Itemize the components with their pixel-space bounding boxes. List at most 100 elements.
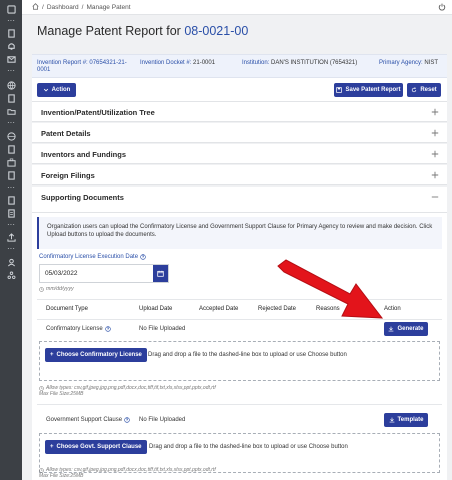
plus-icon[interactable] <box>431 108 439 116</box>
institution-value: DAN'S INSTITUTION (7654321) <box>271 60 358 66</box>
save-icon <box>336 87 343 93</box>
section-foreign-filings[interactable]: Foreign Filings <box>32 165 447 185</box>
column-header-rejected-date: Rejected Date <box>258 306 297 312</box>
users-icon[interactable] <box>5 270 17 280</box>
folder-icon[interactable] <box>5 106 17 116</box>
exec-date-label: Confirmatory License Execution Date <box>39 254 146 260</box>
reset-label: Reset <box>420 87 437 93</box>
page-title: Manage Patent Report for 08-0021-00 <box>37 24 248 38</box>
save-label: Save Patent Report <box>345 87 401 93</box>
rail-more-dots: ··· <box>7 66 15 75</box>
column-header-reasons: Reasons <box>316 306 340 312</box>
upload-icon[interactable] <box>5 232 17 242</box>
minus-icon[interactable] <box>431 193 439 201</box>
file-icon[interactable] <box>5 144 17 154</box>
allowed-types-note: Allow types: csv,gif,jpeg,jpg,png,pdf,do… <box>39 467 216 479</box>
bell-icon[interactable] <box>5 41 17 51</box>
table-divider <box>37 319 442 320</box>
help-icon[interactable] <box>124 417 130 423</box>
clock-icon <box>39 286 44 292</box>
globe-icon[interactable] <box>5 80 17 90</box>
building-icon[interactable] <box>5 93 17 103</box>
globe-icon[interactable] <box>5 131 17 141</box>
institution-label: Institution: <box>242 60 270 66</box>
info-note: Organization users can upload the Confir… <box>37 217 442 249</box>
rail-more-dots: ··· <box>7 16 15 25</box>
supporting-documents-panel: Organization users can upload the Confir… <box>32 213 447 480</box>
breadcrumb-item-current: Manage Patent <box>86 4 131 11</box>
exec-date-input[interactable] <box>40 265 153 282</box>
breadcrumb-sep: / <box>42 4 44 11</box>
file-text-icon[interactable] <box>5 208 17 218</box>
action-bar: Action Save Patent Report Reset <box>32 78 447 102</box>
download-icon <box>389 326 394 332</box>
docket-label: Invention Docket #: <box>140 60 192 66</box>
plus-icon[interactable] <box>431 150 439 158</box>
record-id: 08-0021-00 <box>184 24 249 38</box>
clock-icon <box>39 385 44 391</box>
allowed-types-note: Allow types: csv,gif,jpeg,jpg,png,pdf,do… <box>39 385 216 397</box>
calendar-button[interactable] <box>153 265 168 282</box>
chevron-down-icon <box>43 88 48 92</box>
section-title: Foreign Filings <box>41 171 95 180</box>
reset-button[interactable]: Reset <box>407 83 441 97</box>
invention-report-label: Invention Report #: <box>37 60 88 66</box>
section-supporting-documents[interactable]: Supporting Documents <box>32 187 447 213</box>
column-header-upload-date: Upload Date <box>139 306 173 312</box>
docket-value: 21-0001 <box>193 60 216 66</box>
home-icon[interactable] <box>32 3 39 12</box>
info-bar: Invention Report #: 07654321-21-0001 Inv… <box>32 54 447 78</box>
plus-icon[interactable] <box>431 129 439 137</box>
agency-label: Primary Agency: <box>379 60 423 66</box>
section-title: Patent Details <box>41 129 91 138</box>
table-row-doc-type: Confirmatory License <box>46 326 111 332</box>
dropzone-text: Drag and drop a file to the dashed-line … <box>148 352 347 358</box>
briefcase-icon[interactable] <box>5 157 17 167</box>
help-icon[interactable] <box>140 254 146 260</box>
mail-icon[interactable] <box>5 54 17 64</box>
docs-icon[interactable] <box>5 28 17 38</box>
confirmatory-license-dropzone[interactable]: + Choose Confirmatory License Drag and d… <box>39 341 440 381</box>
template-button[interactable]: Template <box>384 413 428 427</box>
plus-icon: + <box>50 444 54 450</box>
section-title: Invention/Patent/Utilization Tree <box>41 108 155 117</box>
plus-icon: + <box>50 352 54 358</box>
section-title: Supporting Documents <box>41 193 124 202</box>
upload-date-cell: No File Uploaded <box>139 417 186 423</box>
save-patent-report-button[interactable]: Save Patent Report <box>334 83 403 97</box>
section-patent-details[interactable]: Patent Details <box>32 123 447 143</box>
download-icon <box>389 417 394 423</box>
agency-field: Primary Agency: NIST <box>379 60 438 66</box>
exec-date-label-text: Confirmatory License Execution Date <box>39 254 139 260</box>
action-dropdown-button[interactable]: Action <box>37 83 76 97</box>
left-nav-rail: ··· ··· ··· ··· ··· ··· <box>0 0 22 480</box>
table-row-doc-type: Government Support Clause <box>46 417 130 423</box>
breadcrumb-item-dashboard[interactable]: Dashboard <box>47 4 79 11</box>
action-label: Action <box>51 87 71 93</box>
power-icon[interactable] <box>438 3 446 11</box>
agency-value: NIST <box>424 60 439 66</box>
page-title-text: Manage Patent Report for <box>37 24 181 38</box>
dropzone-text: Drag and drop a file to the dashed-line … <box>149 444 348 450</box>
section-inventors-fundings[interactable]: Inventors and Fundings <box>32 144 447 164</box>
doc-type-text: Confirmatory License <box>46 326 103 332</box>
breadcrumb: / Dashboard / Manage Patent <box>32 3 131 12</box>
menu-grid-icon[interactable] <box>5 4 17 14</box>
plus-icon[interactable] <box>431 171 439 179</box>
user-icon[interactable] <box>5 257 17 267</box>
doc-type-text: Government Support Clause <box>46 417 123 423</box>
breadcrumb-sep: / <box>81 4 84 11</box>
choose-confirmatory-license-button[interactable]: + Choose Confirmatory License <box>45 348 147 362</box>
choose-govt-support-clause-button[interactable]: + Choose Govt. Support Clause <box>45 440 147 454</box>
column-header-action: Action <box>384 306 401 312</box>
rail-more-dots: ··· <box>7 244 15 253</box>
file-icon[interactable] <box>5 195 17 205</box>
help-icon[interactable] <box>105 326 111 332</box>
generate-button[interactable]: Generate <box>384 322 428 336</box>
choose-label: Choose Govt. Support Clause <box>56 444 142 450</box>
section-invention-tree[interactable]: Invention/Patent/Utilization Tree <box>32 102 447 122</box>
building-icon[interactable] <box>5 170 17 180</box>
exec-date-picker <box>39 264 169 283</box>
table-divider <box>37 404 442 405</box>
clock-icon <box>39 467 44 473</box>
